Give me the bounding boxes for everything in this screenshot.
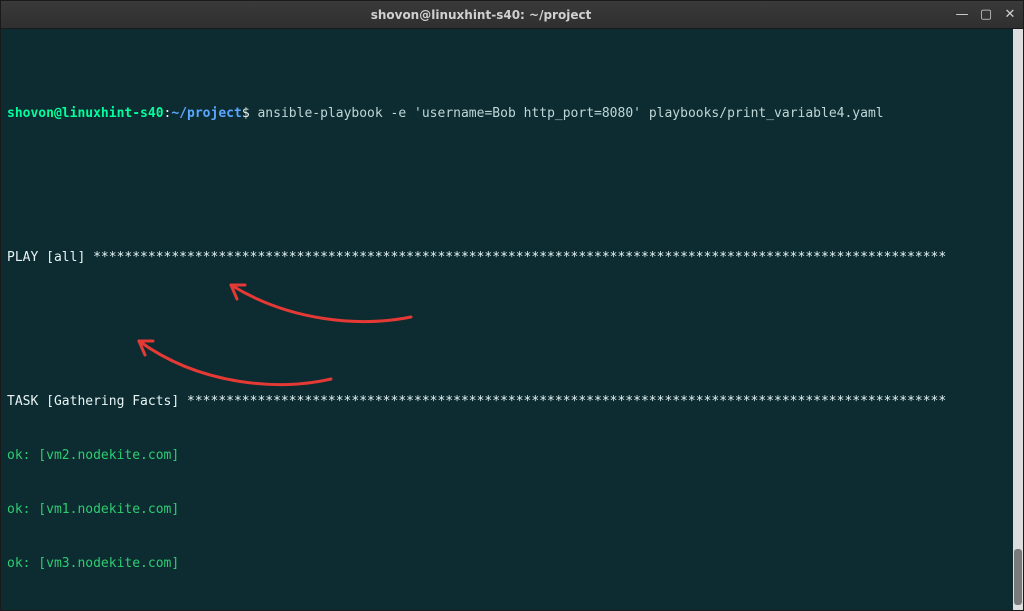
window-controls: — ▢ ✕ <box>955 8 1017 22</box>
play-all-header: PLAY [all] *****************************… <box>7 249 1017 267</box>
minimize-button[interactable]: — <box>955 8 969 22</box>
facts-host-line: ok: [vm3.nodekite.com] <box>7 555 1017 573</box>
prompt-user-host: shovon@linuxhint-s40 <box>7 106 164 121</box>
close-button[interactable]: ✕ <box>1003 8 1017 22</box>
terminal-viewport[interactable]: shovon@linuxhint-s40:~/project$ ansible-… <box>1 29 1023 610</box>
window-title: shovon@linuxhint-s40: ~/project <box>7 8 955 22</box>
maximize-button[interactable]: ▢ <box>979 8 993 22</box>
facts-host-line: ok: [vm1.nodekite.com] <box>7 501 1017 519</box>
prompt-path: ~/project <box>171 106 241 121</box>
facts-host-line: ok: [vm2.nodekite.com] <box>7 447 1017 465</box>
task-facts-header: TASK [Gathering Facts] *****************… <box>7 393 1017 411</box>
titlebar: shovon@linuxhint-s40: ~/project — ▢ ✕ <box>1 1 1023 29</box>
scrollbar-thumb[interactable] <box>1014 549 1022 605</box>
prompt-dollar: $ <box>242 106 250 121</box>
facts-host-line: ok: [vm4.nodekite.com] <box>7 609 1017 610</box>
command-text: ansible-playbook -e 'username=Bob http_p… <box>257 106 883 121</box>
scrollbar-track[interactable] <box>1013 29 1023 610</box>
terminal-window: shovon@linuxhint-s40: ~/project — ▢ ✕ sh… <box>0 0 1024 611</box>
annotation-arrow-icon <box>121 331 351 401</box>
prompt-line: shovon@linuxhint-s40:~/project$ ansible-… <box>7 105 1017 123</box>
